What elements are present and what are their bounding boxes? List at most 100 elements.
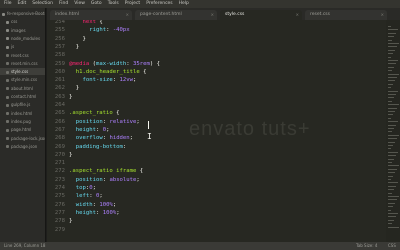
sidebar: fe-responsive-Bootstrap css images node_mod… [0, 8, 46, 242]
sidebar-item-label: node_modules [11, 35, 41, 41]
sidebar-item[interactable]: index.html [0, 110, 45, 117]
sidebar-item[interactable]: package-lock.json [0, 135, 45, 142]
minimap-line [388, 202, 395, 204]
close-tab-icon[interactable]: × [381, 10, 384, 20]
minimap-line [388, 49, 395, 51]
code-token: relative [109, 118, 137, 125]
menu-item-goto[interactable]: Goto [91, 0, 102, 8]
sidebar-item[interactable]: gulpfile.js [0, 101, 45, 108]
code-token: ( [89, 60, 96, 67]
minimap-line [388, 131, 392, 133]
code-line: padding-bottom: [69, 142, 130, 152]
code-token: : [89, 193, 96, 200]
editor-tab[interactable]: reset.css × [305, 10, 387, 20]
code-token: : [122, 143, 130, 150]
sidebar-item[interactable]: css [0, 18, 45, 25]
code-token: font-size [82, 77, 113, 84]
code-token: } [69, 43, 80, 50]
code-token: .aspect_ratio [69, 110, 113, 117]
sidebar-item[interactable]: node_modules [0, 35, 45, 42]
code-token: height [75, 126, 96, 133]
minimap-line [388, 111, 395, 112]
tab-label: index.html [55, 12, 79, 17]
minimap-line [388, 60, 398, 61]
minimap-line [388, 158, 394, 160]
tab-size[interactable]: Tab Size: 4 [356, 242, 377, 250]
minimap-line [388, 213, 398, 214]
code-token: ; [106, 126, 110, 133]
close-tab-icon[interactable]: × [126, 10, 129, 20]
minimap-line [388, 165, 399, 167]
tab-label: style.css [225, 12, 245, 17]
file-icon [6, 137, 9, 140]
sidebar-item[interactable]: contact.html [0, 93, 45, 100]
sidebar-item-label: index.pug [11, 118, 31, 124]
minimap-line [388, 199, 397, 201]
sidebar-item[interactable]: style.min.css [0, 76, 45, 83]
sidebar-item[interactable]: package.json [0, 143, 45, 150]
code-line: } [69, 150, 72, 160]
sidebar-item-label: contact.html [11, 94, 37, 99]
menu-item-help[interactable]: Help [179, 0, 189, 8]
sidebar-item-label: style.min.css [11, 77, 38, 83]
minimap-line [388, 128, 394, 129]
sidebar-item[interactable]: reset.css [0, 52, 45, 59]
menu-item-file[interactable]: File [4, 0, 12, 8]
sidebar-item[interactable]: reset.min.css [0, 60, 45, 67]
close-tab-icon[interactable]: × [211, 10, 214, 20]
menu-item-selection[interactable]: Selection [32, 0, 53, 8]
sidebar-item[interactable]: images [0, 27, 45, 34]
code-token: } [69, 151, 73, 158]
minimap-line [388, 83, 393, 85]
ibeam-cursor-icon: I [147, 132, 152, 141]
editor-tab[interactable]: style.css × [220, 10, 302, 20]
sidebar-item-label: images [11, 27, 26, 33]
sidebar-item-label: reset.min.css [11, 60, 38, 66]
sidebar-item[interactable]: style.css [0, 68, 45, 76]
code-token: } [69, 218, 73, 225]
folder-icon [6, 20, 9, 24]
menu-item-project[interactable]: Project [125, 0, 140, 8]
file-icon [6, 54, 9, 57]
menu-item-view[interactable]: View [74, 0, 85, 8]
sidebar-item[interactable]: index.pug [0, 118, 45, 125]
minimap-line [388, 114, 393, 116]
editor-tab[interactable]: index.html × [50, 10, 132, 20]
sidebar-item[interactable]: fe-responsive-Bootstrap [0, 10, 45, 17]
minimap-line [388, 179, 391, 180]
file-icon [6, 103, 9, 107]
sidebar-item-label: style.css [11, 69, 29, 75]
code-token: { [95, 20, 103, 25]
menu-item-tools[interactable]: Tools [108, 0, 119, 8]
sidebar-item[interactable]: js [0, 43, 45, 50]
code-token: ; [136, 176, 140, 183]
syntax-mode[interactable]: CSS [388, 242, 396, 250]
menu-item-find[interactable]: Find [59, 0, 68, 8]
menu-item-preferences[interactable]: Preferences [146, 0, 172, 8]
sidebar-item-label: package.json [11, 143, 38, 149]
code-token: overflow [75, 135, 103, 142]
sidebar-item[interactable]: about.html [0, 85, 45, 92]
code-token: height [75, 209, 96, 216]
menu-bar: File Edit Selection Find View Goto Tools Projec… [0, 0, 400, 8]
cursor-position: Line 269, Column 18 [4, 243, 46, 248]
code-token: { [136, 168, 144, 175]
menu-item-edit[interactable]: Edit [18, 0, 27, 8]
code-token: ; [92, 185, 96, 191]
code-token: next [82, 20, 96, 25]
code-editor[interactable]: 254 255 256 257 258 259 260 261 262 263 264 265 266 2… [47, 20, 386, 242]
line-number: 279 [54, 226, 65, 233]
minimap-line [388, 63, 396, 65]
sidebar-item[interactable]: page.html [0, 126, 45, 133]
minimap[interactable] [386, 20, 400, 242]
status-bar: Line 269, Column 18 Tab Size: 4 CSS [0, 242, 400, 250]
minimap-line [388, 100, 392, 102]
close-tab-icon[interactable]: × [296, 10, 299, 20]
minimap-line [388, 162, 392, 163]
editor-tab[interactable]: page-content.html × [135, 10, 217, 20]
